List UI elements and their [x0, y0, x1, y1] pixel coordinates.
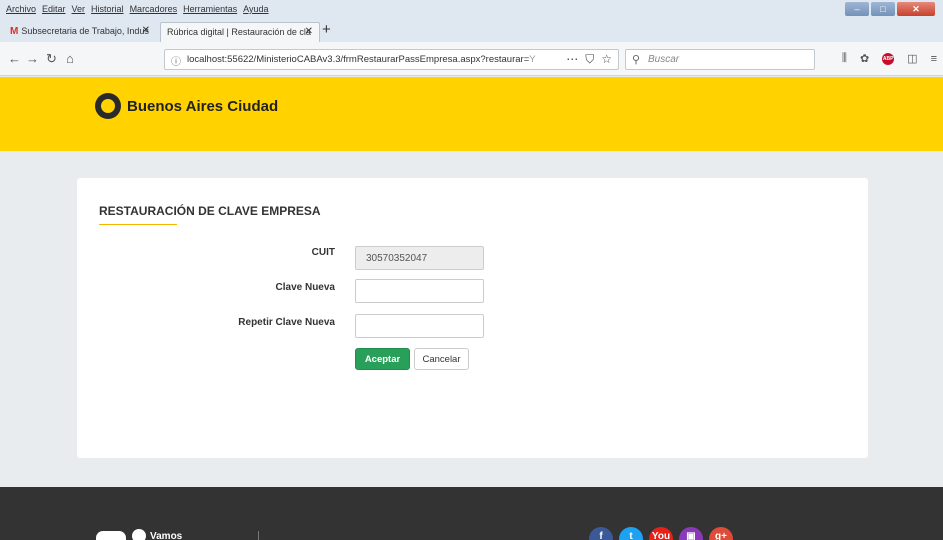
url-actions: ⋯ ⛉ ☆: [566, 52, 612, 67]
search-placeholder: Buscar: [648, 54, 680, 65]
site-logo[interactable]: Buenos Aires Ciudad: [95, 93, 278, 119]
menu-items: Archivo Editar Ver Historial Marcadores …: [6, 4, 268, 14]
ba-emblem-icon: [95, 93, 121, 119]
footer-divider: [258, 531, 259, 540]
menu-historial[interactable]: Historial: [91, 4, 124, 14]
menu-herramientas[interactable]: Herramientas: [183, 4, 237, 14]
facebook-icon[interactable]: f: [589, 527, 613, 540]
search-bar[interactable]: ⚲ Buscar: [625, 49, 815, 70]
tab-rubrica[interactable]: Rúbrica digital | Restauración de cla ✕: [160, 22, 320, 42]
logo-text: Buenos Aires Ciudad: [127, 97, 279, 115]
site-footer: Vamos f t You ▣ g+: [0, 487, 943, 540]
new-tab-button[interactable]: +: [322, 21, 331, 38]
url-text[interactable]: localhost:55622/MinisterioCABAv3.3/frmRe…: [187, 54, 537, 65]
pocket-icon[interactable]: ⛉: [585, 52, 594, 67]
url-tail: Y: [529, 54, 536, 65]
bookmark-star-icon[interactable]: ☆: [601, 52, 612, 67]
close-window-button[interactable]: ✕: [897, 2, 935, 16]
home-icon[interactable]: ⌂: [66, 51, 74, 66]
url-bar[interactable]: ⓘ localhost:55622/MinisterioCABAv3.3/frm…: [164, 49, 619, 70]
tab-bar: M Subsecretaria de Trabajo, Indus ✕ Rúbri…: [0, 20, 943, 42]
tab-gmail[interactable]: M Subsecretaria de Trabajo, Indus ✕: [4, 22, 156, 42]
twitter-icon[interactable]: t: [619, 527, 643, 540]
navigation-bar: ← → ↻ ⌂ ⓘ localhost:55622/MinisterioCABA…: [0, 42, 943, 76]
googleplus-icon[interactable]: g+: [709, 527, 733, 540]
window-controls: – □ ✕: [845, 2, 935, 16]
restore-password-card: RESTAURACIÓN DE CLAVE EMPRESA CUIT Clave…: [77, 178, 868, 458]
back-icon[interactable]: ←: [8, 51, 21, 66]
menu-hamburger-icon[interactable]: ≡: [931, 53, 937, 65]
url-value: localhost:55622/MinisterioCABAv3.3/frmRe…: [187, 54, 530, 65]
sidebar-icon[interactable]: ◫: [907, 52, 917, 65]
reload-icon[interactable]: ↻: [46, 51, 57, 67]
toolbar-icons: ⫼ ✿ ABP ◫ ≡: [842, 52, 937, 65]
footer-logo-dot-icon: [132, 529, 146, 540]
tab-label: Rúbrica digital | Restauración de cla: [167, 27, 311, 37]
page-title: RESTAURACIÓN DE CLAVE EMPRESA: [99, 204, 321, 218]
repeat-password-label: Repetir Clave Nueva: [238, 317, 335, 328]
close-tab-icon[interactable]: ✕: [305, 23, 313, 41]
forward-icon[interactable]: →: [26, 51, 39, 66]
menu-ayuda[interactable]: Ayuda: [243, 4, 268, 14]
search-icon: ⚲: [632, 54, 641, 66]
accept-button[interactable]: Aceptar: [355, 348, 410, 370]
close-tab-icon[interactable]: ✕: [142, 22, 150, 40]
extension-icon[interactable]: ✿: [860, 52, 869, 65]
title-underline: [99, 224, 177, 225]
youtube-icon[interactable]: You: [649, 527, 673, 540]
gmail-icon: M: [10, 26, 19, 37]
site-info-icon[interactable]: ⓘ: [171, 53, 181, 68]
menu-ver[interactable]: Ver: [72, 4, 86, 14]
site-header: Buenos Aires Ciudad: [0, 77, 943, 151]
more-actions-icon[interactable]: ⋯: [566, 52, 578, 67]
footer-brand-text: Vamos: [150, 531, 183, 540]
maximize-button[interactable]: □: [871, 2, 895, 16]
menu-marcadores[interactable]: Marcadores: [130, 4, 178, 14]
tab-label: Subsecretaria de Trabajo, Indus: [21, 26, 149, 36]
instagram-icon[interactable]: ▣: [679, 527, 703, 540]
menu-archivo[interactable]: Archivo: [6, 4, 36, 14]
repeat-password-field[interactable]: [355, 314, 484, 338]
menu-editar[interactable]: Editar: [42, 4, 66, 14]
new-password-field[interactable]: [355, 279, 484, 303]
adblock-icon[interactable]: ABP: [882, 52, 895, 65]
new-password-label: Clave Nueva: [275, 282, 335, 293]
browser-menubar: Archivo Editar Ver Historial Marcadores …: [0, 0, 943, 20]
library-icon[interactable]: ⫼: [842, 52, 847, 65]
social-links: f t You ▣ g+: [589, 527, 733, 540]
cancel-button[interactable]: Cancelar: [414, 348, 469, 370]
cuit-label: CUIT: [311, 247, 335, 258]
cuit-field[interactable]: [355, 246, 484, 270]
minimize-button[interactable]: –: [845, 2, 869, 16]
footer-logo-icon: [96, 531, 126, 540]
